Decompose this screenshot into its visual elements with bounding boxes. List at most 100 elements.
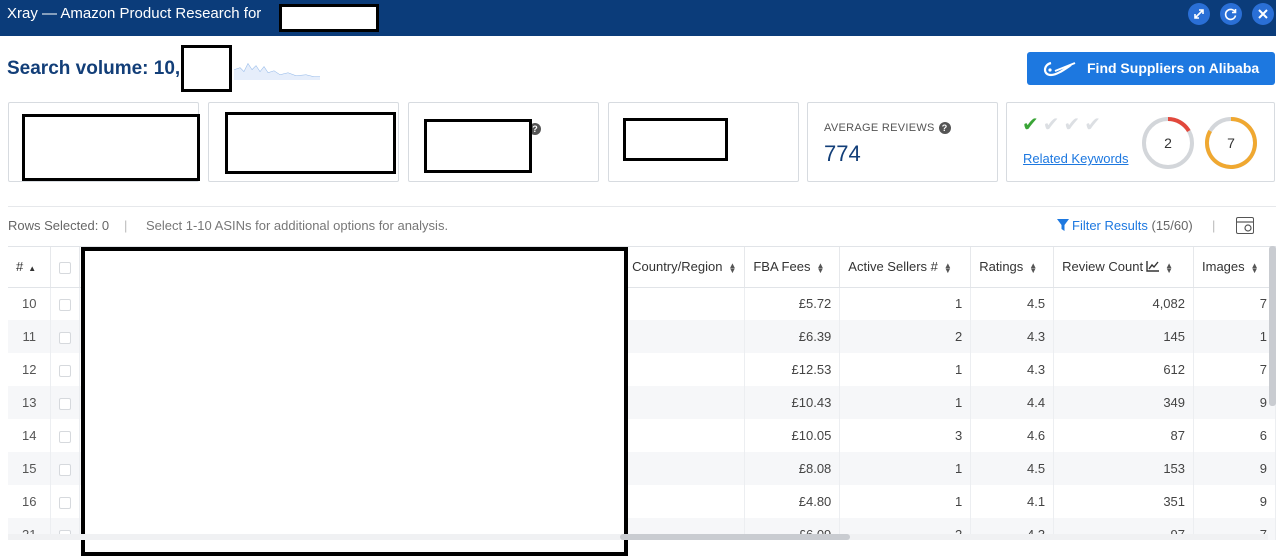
scrollbar-thumb[interactable] xyxy=(620,534,850,540)
ratings-cell: 4.5 xyxy=(970,452,1055,485)
related-keywords-link[interactable]: Related Keywords xyxy=(1023,151,1129,166)
title-bar: Xray — Amazon Product Research for xyxy=(0,0,1276,36)
row-checkbox[interactable] xyxy=(50,419,81,452)
stat-card-1 xyxy=(8,102,200,182)
row-index: 10 xyxy=(8,287,52,320)
country-cell xyxy=(623,320,746,353)
active-sellers-cell: 3 xyxy=(839,419,972,452)
row-checkbox[interactable] xyxy=(50,452,81,485)
redacted-product-columns xyxy=(81,247,628,556)
row-index: 12 xyxy=(8,353,52,386)
filter-label: Filter Results xyxy=(1072,218,1148,233)
horizontal-scrollbar[interactable] xyxy=(8,534,1268,540)
fba-fees-cell: £6.39 xyxy=(744,320,841,353)
column-header-review-count[interactable]: Review Count ▲ ▼ xyxy=(1053,247,1195,288)
fba-fees-cell: £10.43 xyxy=(744,386,841,419)
filter-results-button[interactable]: Filter Results (15/60) xyxy=(1057,218,1193,233)
active-sellers-cell: 1 xyxy=(839,485,972,518)
column-header-images[interactable]: Images ▲ ▼ xyxy=(1193,247,1276,288)
search-volume-sparkline xyxy=(234,63,320,80)
ratings-cell: 4.3 xyxy=(970,353,1055,386)
ring-2-value: 7 xyxy=(1227,135,1235,151)
alibaba-icon xyxy=(1043,61,1076,77)
row-index: 15 xyxy=(8,452,52,485)
sort-icon: ▲ ▼ xyxy=(816,260,825,275)
images-cell: 7 xyxy=(1193,287,1276,320)
vertical-scrollbar[interactable] xyxy=(1269,246,1276,406)
column-header-country[interactable]: Country/Region ▲ ▼ xyxy=(623,247,746,288)
review-count-cell: 87 xyxy=(1053,419,1195,452)
column-header-fba-fees[interactable]: FBA Fees ▲ ▼ xyxy=(744,247,841,288)
select-all-checkbox[interactable] xyxy=(50,247,81,288)
select-hint: Select 1-10 ASINs for additional options… xyxy=(146,218,449,233)
alibaba-button-label: Find Suppliers on Alibaba xyxy=(1087,60,1260,76)
sort-icon: ▲ ▼ xyxy=(943,260,952,275)
row-checkbox[interactable] xyxy=(50,320,81,353)
redacted-search-volume xyxy=(181,45,232,92)
expand-icon[interactable] xyxy=(1188,3,1210,25)
review-count-cell: 4,082 xyxy=(1053,287,1195,320)
review-count-cell: 349 xyxy=(1053,386,1195,419)
column-settings-icon[interactable] xyxy=(1236,217,1254,234)
country-cell xyxy=(623,386,746,419)
row-checkbox[interactable] xyxy=(50,386,81,419)
stat-card-4 xyxy=(608,102,799,182)
stat-card-2 xyxy=(208,102,399,182)
ratings-cell: 4.6 xyxy=(970,419,1055,452)
stat-card-3: ? xyxy=(408,102,599,182)
check-icon: ✔ xyxy=(1063,114,1081,136)
row-index: 14 xyxy=(8,419,52,452)
row-index: 13 xyxy=(8,386,52,419)
row-checkbox[interactable] xyxy=(50,353,81,386)
filter-count: (15/60) xyxy=(1151,218,1193,233)
fba-fees-cell: £8.08 xyxy=(744,452,841,485)
row-checkbox[interactable] xyxy=(50,485,81,518)
ratings-cell: 4.4 xyxy=(970,386,1055,419)
column-header-active-sellers[interactable]: Active Sellers # ▲ ▼ xyxy=(839,247,972,288)
country-cell xyxy=(623,485,746,518)
active-sellers-cell: 1 xyxy=(839,386,972,419)
country-cell xyxy=(623,419,746,452)
help-icon[interactable]: ? xyxy=(938,122,951,134)
trend-chart-icon xyxy=(1146,261,1160,272)
review-count-cell: 612 xyxy=(1053,353,1195,386)
check-icon: ✔ xyxy=(1084,114,1102,136)
search-volume-label: Search volume: 10, xyxy=(7,58,181,79)
average-reviews-card: AVERAGE REVIEWS? 774 xyxy=(807,102,998,182)
find-suppliers-alibaba-button[interactable]: Find Suppliers on Alibaba xyxy=(1027,52,1275,85)
sort-icon: ▲ ▼ xyxy=(1250,260,1259,275)
column-header-ratings[interactable]: Ratings ▲ ▼ xyxy=(970,247,1055,288)
average-reviews-label: AVERAGE REVIEWS? xyxy=(824,122,951,134)
redacted-stat-2 xyxy=(225,112,396,174)
country-cell xyxy=(623,452,746,485)
divider xyxy=(8,206,1276,207)
images-cell: 7 xyxy=(1193,353,1276,386)
review-count-cell: 145 xyxy=(1053,320,1195,353)
review-count-cell: 351 xyxy=(1053,485,1195,518)
sort-icon: ▲ ▼ xyxy=(1165,260,1173,275)
ratings-cell: 4.1 xyxy=(970,485,1055,518)
related-keywords-card: ✔ ✔ ✔ ✔ Related Keywords 2 7 xyxy=(1006,102,1275,182)
images-cell: 1 xyxy=(1193,320,1276,353)
redacted-stat-3 xyxy=(424,119,532,173)
fba-fees-cell: £10.05 xyxy=(744,419,841,452)
redacted-keyword xyxy=(279,4,379,32)
row-index: 16 xyxy=(8,485,52,518)
keyword-checks: ✔ ✔ ✔ ✔ xyxy=(1022,115,1105,135)
window-title: Xray — Amazon Product Research for xyxy=(7,5,262,22)
check-icon: ✔ xyxy=(1022,114,1039,136)
fba-fees-cell: £4.80 xyxy=(744,485,841,518)
separator: | xyxy=(1212,218,1216,233)
country-cell xyxy=(623,287,746,320)
separator: | xyxy=(124,218,128,233)
refresh-icon[interactable] xyxy=(1220,3,1242,25)
column-header-index[interactable]: # ▲ xyxy=(8,247,52,288)
images-cell: 9 xyxy=(1193,386,1276,419)
close-icon[interactable] xyxy=(1252,3,1274,25)
active-sellers-cell: 1 xyxy=(839,353,972,386)
row-checkbox[interactable] xyxy=(50,287,81,320)
redacted-stat-1 xyxy=(22,114,200,181)
keyword-ring-1: 2 xyxy=(1141,116,1195,170)
rows-selected: Rows Selected: 0 xyxy=(8,218,110,233)
images-cell: 9 xyxy=(1193,485,1276,518)
